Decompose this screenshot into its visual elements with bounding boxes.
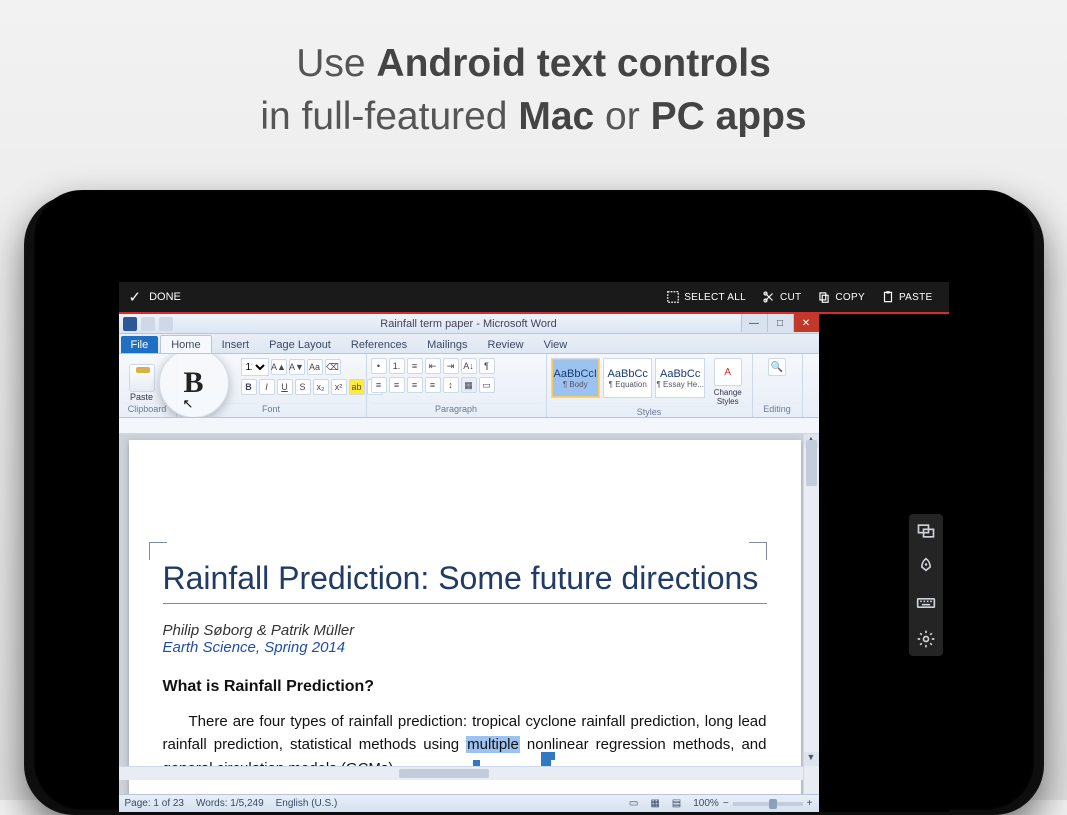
clear-format-button[interactable]: ⌫ (325, 359, 341, 375)
done-check-icon[interactable]: ✓ (129, 288, 142, 306)
doc-course: Earth Science, Spring 2014 (163, 639, 767, 656)
vscroll-thumb[interactable] (806, 440, 817, 486)
strike-button[interactable]: S (295, 379, 311, 395)
highlight-button[interactable]: ab (349, 379, 365, 395)
scissors-icon (762, 290, 776, 304)
group-paragraph-label: Paragraph (371, 403, 542, 417)
window-maximize-button[interactable]: □ (767, 314, 793, 332)
bullets-button[interactable]: • (371, 358, 387, 374)
remote-app-topbar: ✓ DONE SELECT ALL CUT COPY PASTE (119, 282, 949, 312)
doc-heading: What is Rainfall Prediction? (163, 678, 767, 696)
margin-corner-tl (149, 542, 167, 560)
find-button[interactable]: 🔍 (768, 358, 786, 376)
subscript-button[interactable]: x₂ (313, 379, 329, 395)
group-clipboard-label: Clipboard (123, 403, 172, 417)
style-body[interactable]: AaBbCcI¶ Body (551, 358, 601, 398)
bold-glyph-icon: B (183, 366, 203, 400)
group-editing-label: Editing (757, 403, 798, 417)
rocket-icon[interactable] (915, 556, 937, 578)
qat-save-icon[interactable] (141, 317, 155, 331)
doc-title: Rainfall Prediction: Some future directi… (163, 560, 767, 604)
horizontal-ruler[interactable] (119, 418, 819, 434)
done-label[interactable]: DONE (149, 291, 181, 303)
align-right-button[interactable]: ≡ (407, 377, 423, 393)
text-selection[interactable]: multiple (466, 736, 520, 753)
tab-file[interactable]: File (121, 336, 159, 353)
select-all-icon (666, 290, 680, 304)
font-size-select[interactable]: 12 (241, 358, 269, 376)
status-bar: Page: 1 of 23 Words: 1/5,249 English (U.… (119, 794, 819, 812)
superscript-button[interactable]: x² (331, 379, 347, 395)
numbering-button[interactable]: 1. (389, 358, 405, 374)
gear-icon[interactable] (915, 628, 937, 650)
cut-button[interactable]: CUT (754, 282, 809, 312)
qat-undo-icon[interactable] (159, 317, 173, 331)
shrink-font-button[interactable]: A▼ (289, 359, 305, 375)
align-left-button[interactable]: ≡ (371, 377, 387, 393)
italic-button[interactable]: I (259, 379, 275, 395)
tab-home[interactable]: Home (160, 335, 211, 353)
style-essay-heading[interactable]: AaBbCc¶ Essay He... (655, 358, 704, 398)
keyboard-icon[interactable] (915, 592, 937, 614)
tab-view[interactable]: View (534, 336, 578, 353)
horizontal-scrollbar[interactable] (119, 766, 803, 780)
margin-corner-tr (749, 542, 767, 560)
sort-button[interactable]: A↓ (461, 358, 477, 374)
vertical-scrollbar[interactable]: ▲ ▼ (803, 434, 819, 794)
quick-access-icons (123, 317, 173, 331)
clipboard-icon (881, 290, 895, 304)
line-spacing-button[interactable]: ↕ (443, 377, 459, 393)
window-titlebar: Rainfall term paper - Microsoft Word — □… (119, 314, 819, 334)
window-close-button[interactable]: ✕ (793, 314, 819, 332)
shading-button[interactable]: ▦ (461, 377, 477, 393)
remote-toolbar (909, 514, 943, 656)
paste-button[interactable]: PASTE (873, 282, 941, 312)
tab-references[interactable]: References (341, 336, 417, 353)
tab-review[interactable]: Review (478, 336, 534, 353)
window-minimize-button[interactable]: — (741, 314, 767, 332)
copy-button[interactable]: COPY (809, 282, 873, 312)
document-page[interactable]: Rainfall Prediction: Some future directi… (129, 440, 801, 794)
window-title: Rainfall term paper - Microsoft Word (380, 318, 556, 330)
multilevel-button[interactable]: ≡ (407, 358, 423, 374)
copy-icon (817, 290, 831, 304)
change-styles-button[interactable]: A (714, 358, 742, 386)
change-case-button[interactable]: Aa (307, 359, 323, 375)
promo-headline: Use Android text controls in full-featur… (0, 0, 1067, 143)
tab-page-layout[interactable]: Page Layout (259, 336, 341, 353)
scroll-down-icon[interactable]: ▼ (804, 752, 819, 766)
windows-icon[interactable] (915, 520, 937, 542)
ribbon-tabs: File Home Insert Page Layout References … (119, 334, 819, 354)
align-center-button[interactable]: ≡ (389, 377, 405, 393)
select-all-button[interactable]: SELECT ALL (658, 282, 754, 312)
outdent-button[interactable]: ⇤ (425, 358, 441, 374)
tab-mailings[interactable]: Mailings (417, 336, 477, 353)
show-marks-button[interactable]: ¶ (479, 358, 495, 374)
cursor-arrow-icon: ↖ (183, 396, 194, 412)
style-equation[interactable]: AaBbCc¶ Equation (603, 358, 652, 398)
borders-button[interactable]: ▭ (479, 377, 495, 393)
document-viewport[interactable]: Rainfall Prediction: Some future directi… (119, 434, 819, 794)
justify-button[interactable]: ≡ (425, 377, 441, 393)
tablet-screen: ✓ DONE SELECT ALL CUT COPY PASTE (119, 282, 949, 812)
word-app-icon (123, 317, 137, 331)
paste-big-icon (129, 364, 155, 392)
paste-big-button[interactable]: Paste (123, 356, 161, 402)
remote-right-gutter (819, 314, 949, 812)
zoom-slider[interactable] (733, 802, 803, 806)
tab-insert[interactable]: Insert (212, 336, 260, 353)
group-styles-label: Styles (551, 406, 748, 417)
underline-button[interactable]: U (277, 379, 293, 395)
ribbon: B ↖ Paste Clipboard 12 A▲ A▼ Aa ⌫ (119, 354, 819, 418)
doc-authors: Philip Søborg & Patrik Müller (163, 622, 767, 639)
word-window: Rainfall term paper - Microsoft Word — □… (119, 314, 819, 812)
hscroll-thumb[interactable] (399, 769, 489, 778)
bold-button[interactable]: B (241, 379, 257, 395)
grow-font-button[interactable]: A▲ (271, 359, 287, 375)
indent-button[interactable]: ⇥ (443, 358, 459, 374)
